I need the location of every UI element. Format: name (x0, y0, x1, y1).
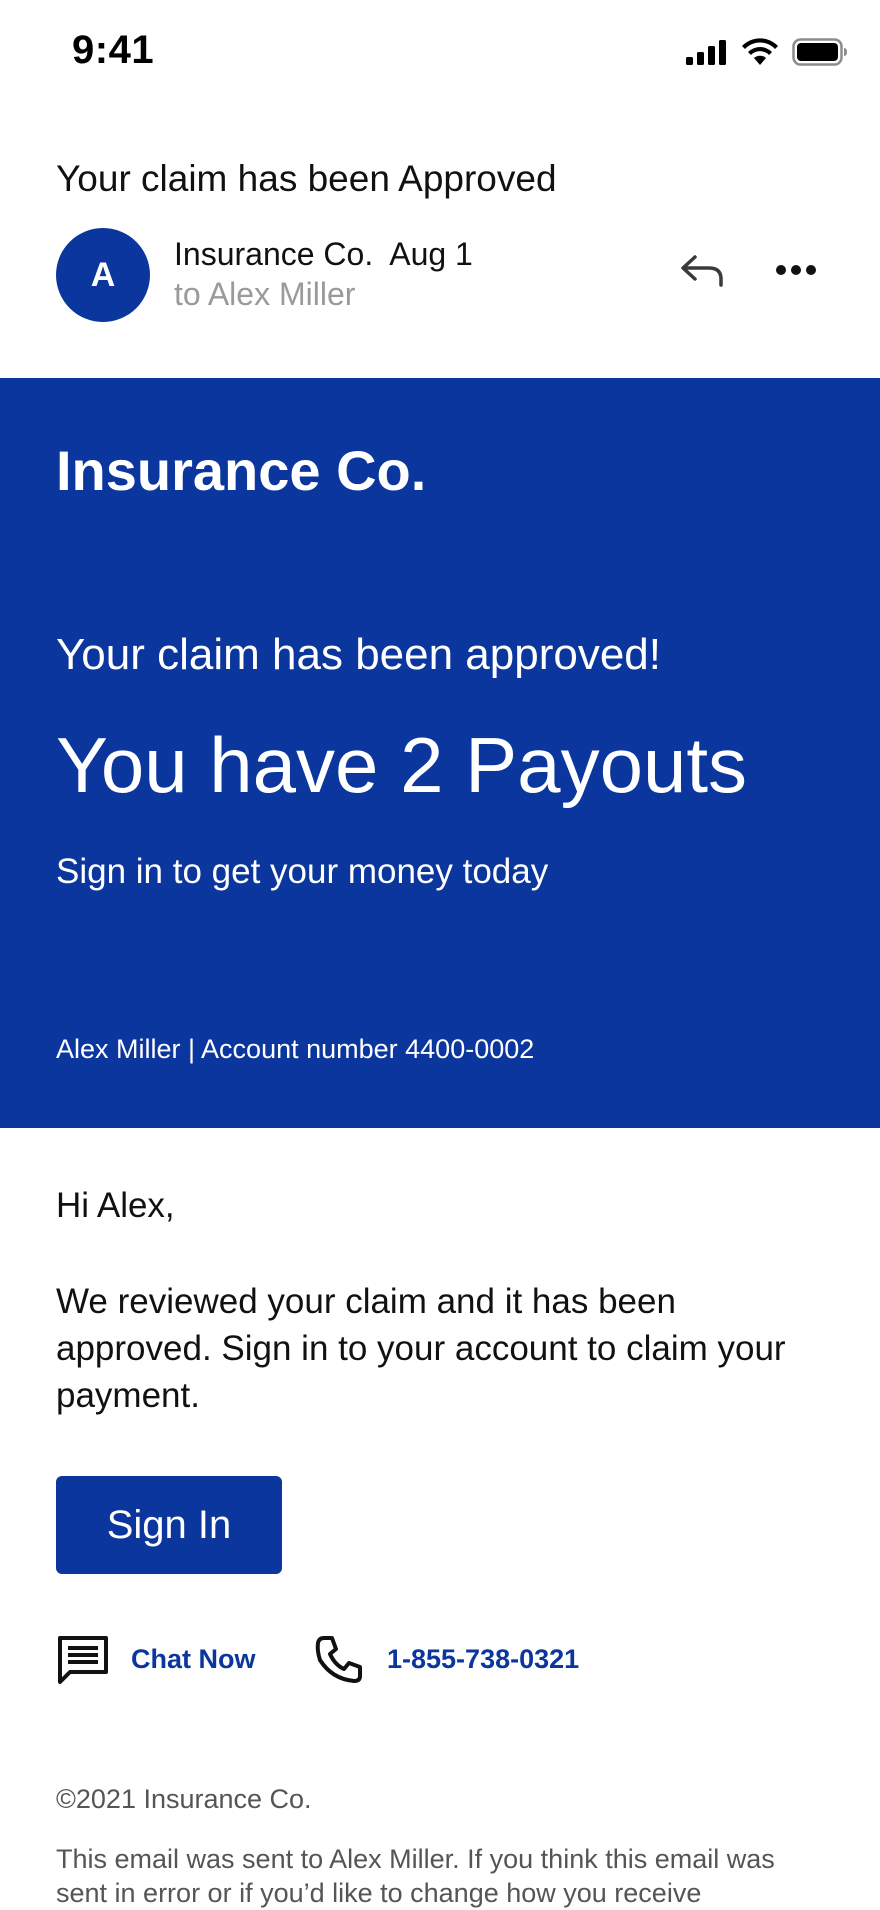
battery-icon (792, 38, 848, 71)
email-subject: Your claim has been Approved (56, 158, 557, 199)
recipient-line: to Alex Miller (174, 276, 356, 312)
hero-brand: Insurance Co. (56, 439, 427, 502)
hero-title: You have 2 Payouts (56, 721, 747, 809)
status-time: 9:41 (72, 28, 155, 72)
more-icon (775, 263, 817, 281)
more-options-button[interactable] (768, 250, 824, 294)
avatar-initial: A (90, 255, 116, 294)
sender-avatar: A (56, 228, 150, 322)
sign-in-button[interactable]: Sign In (56, 1476, 282, 1574)
reply-icon (679, 253, 725, 292)
wifi-icon (742, 38, 778, 71)
phone-number-link[interactable]: 1-855-738-0321 (387, 1644, 579, 1675)
sender-line: Insurance Co. Aug 1 (174, 236, 473, 273)
status-bar: 9:41 (0, 0, 880, 110)
contact-row: Chat Now 1-855-738-0321 (56, 1630, 836, 1690)
chat-icon[interactable] (56, 1634, 110, 1686)
hero-account-line: Alex Miller | Account number 4400-0002 (56, 1034, 535, 1064)
message-body: We reviewed your claim and it has been a… (56, 1282, 786, 1415)
sender-name: Insurance Co. (174, 236, 374, 272)
hero-cta-text: Sign in to get your money today (56, 852, 549, 891)
status-icons (686, 38, 848, 71)
hero-banner: Insurance Co. Your claim has been approv… (0, 378, 880, 1128)
signal-icon (686, 39, 728, 70)
footer-note: This email was sent to Alex Miller. If y… (56, 1844, 775, 1908)
hero-subtitle: Your claim has been approved! (56, 630, 661, 679)
email-date: Aug 1 (389, 236, 473, 272)
reply-button[interactable] (676, 250, 728, 294)
greeting: Hi Alex, (56, 1186, 175, 1225)
footer-copyright: ©2021 Insurance Co. (56, 1784, 312, 1814)
phone-icon[interactable] (314, 1634, 364, 1684)
chat-now-link[interactable]: Chat Now (131, 1644, 256, 1675)
